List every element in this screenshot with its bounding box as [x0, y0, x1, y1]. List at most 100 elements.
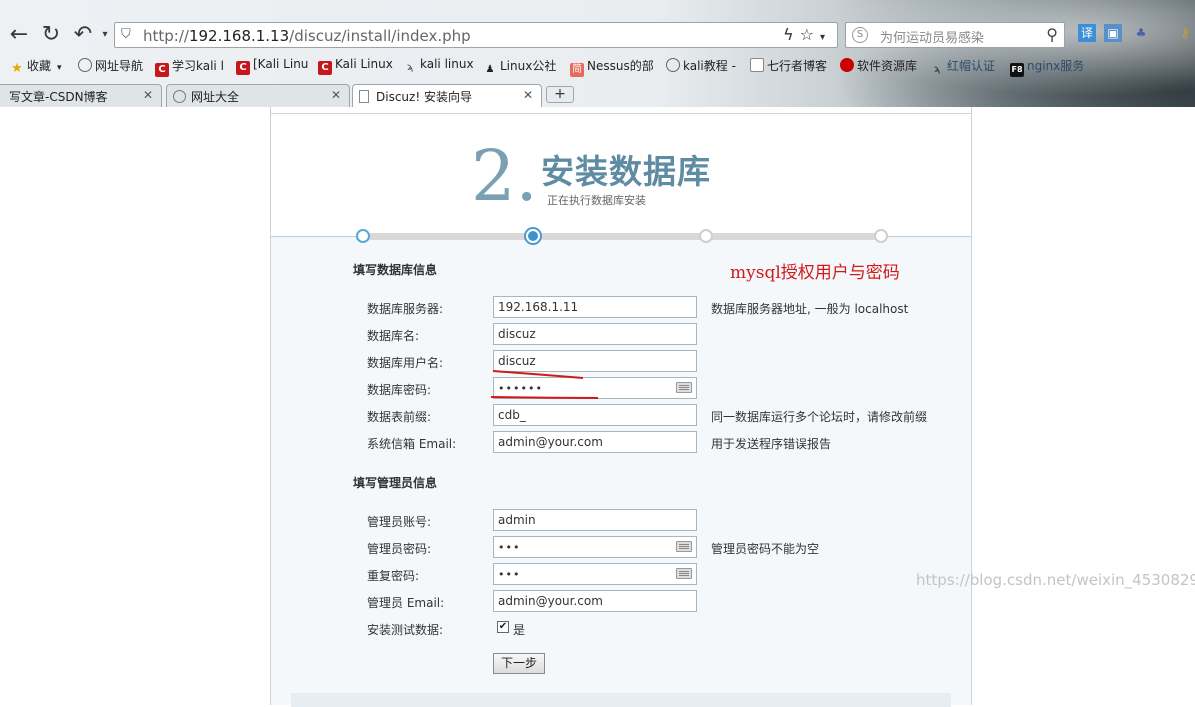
admin-password-input[interactable]: ••• [493, 536, 697, 558]
bookmark-item[interactable]: 软件资源库 [840, 57, 917, 74]
checkbox-label: 是 [513, 623, 526, 637]
tab-label: 写文章-CSDN博客 [9, 90, 108, 104]
screenshot-extension-icon[interactable]: ▣ [1104, 24, 1122, 42]
field-hint: 同一数据库运行多个论坛时，请修改前缀 [711, 410, 928, 424]
admin-account-input[interactable]: admin [493, 509, 697, 531]
search-icon[interactable]: ⚲ [1046, 25, 1058, 44]
system-email-input[interactable]: admin@your.com [493, 431, 697, 453]
key-icon[interactable]: ⚷ [1176, 24, 1194, 42]
bookmark-item[interactable]: ϡ kali linux [403, 57, 474, 75]
progress-step-4 [874, 229, 888, 243]
close-icon[interactable]: ✕ [331, 88, 341, 102]
installer-panel: 2. 安装数据库 正在执行数据库安装 填写数据库信息 数据库服务器: 192.1… [270, 107, 972, 707]
kali-icon: ϡ [933, 64, 941, 75]
system-email-row: 系统信箱 Email: admin@your.com 用于发送程序错误报告 [271, 431, 971, 453]
csdn-icon: C [155, 63, 169, 77]
repeat-password-row: 重复密码: ••• [271, 563, 971, 585]
keyboard-icon[interactable] [676, 382, 692, 393]
bookmark-item[interactable]: C [Kali Linu [236, 57, 308, 75]
bookmark-item[interactable]: ϡ 红帽认证 [930, 57, 995, 77]
bookmark-item[interactable]: kali教程 - [666, 57, 736, 74]
field-label: 数据表前缀: [367, 410, 432, 424]
field-hint: 数据库服务器地址, 一般为 localhost [711, 302, 909, 316]
repeat-password-input[interactable]: ••• [493, 563, 697, 585]
admin-email-input[interactable]: admin@your.com [493, 590, 697, 612]
field-label: 系统信箱 Email: [367, 437, 457, 451]
db-server-row: 数据库服务器: 192.168.1.11 数据库服务器地址, 一般为 local… [271, 296, 971, 318]
jianshu-icon: 简 [570, 63, 584, 77]
address-bar[interactable]: ⛉ http://192.168.1.13/discuz/install/ind… [114, 22, 838, 48]
keyboard-icon[interactable] [676, 568, 692, 579]
close-icon[interactable]: ✕ [523, 88, 533, 102]
page-icon [750, 58, 764, 72]
table-prefix-row: 数据表前缀: cdb_ 同一数据库运行多个论坛时，请修改前缀 [271, 404, 971, 426]
search-box[interactable]: S 为何运动员易感染 ⚲ [845, 22, 1065, 48]
progress-step-1 [356, 229, 370, 243]
field-label: 重复密码: [367, 569, 420, 583]
lightning-icon[interactable]: ϟ [783, 25, 800, 44]
step-header: 2. 安装数据库 正在执行数据库安装 [271, 115, 971, 236]
db-name-row: 数据库名: discuz [271, 323, 971, 345]
bookmark-item[interactable]: C 学习kali l [155, 57, 224, 77]
chevron-down-icon[interactable]: ▾ [820, 32, 831, 43]
tab-label: Discuz! 安装向导 [376, 90, 472, 104]
next-step-button[interactable]: 下一步 [493, 653, 545, 674]
admin-password-row: 管理员密码: ••• 管理员密码不能为空 [271, 536, 971, 558]
back-icon[interactable]: ← [6, 22, 32, 48]
db-username-input[interactable]: discuz [493, 350, 697, 372]
tab-label: 网址大全 [191, 90, 240, 104]
bookmark-favorites[interactable]: ★ 收藏 ▾ [10, 57, 62, 76]
step-number: 2. [471, 135, 538, 217]
new-tab-button[interactable]: + [546, 86, 574, 103]
bookmark-item[interactable]: ♟ Linux公社 [483, 57, 557, 77]
db-password-input[interactable]: •••••• [493, 377, 697, 399]
test-data-checkbox[interactable]: ✔ [497, 621, 509, 633]
search-engine-icon[interactable]: S [852, 27, 868, 43]
translate-extension-icon[interactable]: 译 [1078, 24, 1096, 42]
progress-track [356, 233, 884, 240]
field-label: 管理员密码: [367, 542, 432, 556]
field-label: 数据库密码: [367, 383, 432, 397]
admin-email-row: 管理员 Email: admin@your.com [271, 590, 971, 612]
field-label: 数据库名: [367, 329, 420, 343]
search-input[interactable]: 为何运动员易感染 [880, 27, 984, 46]
cat-extension-icon[interactable]: ♣ [1132, 24, 1150, 42]
bookmark-item[interactable]: C Kali Linux [318, 57, 393, 75]
bookmark-item[interactable]: F8 nginx服务 [1010, 57, 1084, 77]
csdn-icon: C [318, 61, 332, 75]
bookmark-item[interactable]: 七行者博客 [750, 57, 827, 74]
bookmark-item[interactable]: 简 Nessus的部 [570, 57, 654, 77]
star-icon[interactable]: ☆ [800, 25, 820, 44]
admin-account-row: 管理员账号: admin [271, 509, 971, 531]
db-password-row: 数据库密码: •••••• [271, 377, 971, 399]
cnblogs-icon [666, 58, 680, 72]
browser-chrome: ← ↻ ↶ ▾ ⛉ http://192.168.1.13/discuz/ins… [0, 0, 1195, 107]
page-icon [359, 90, 369, 103]
step-title: 安装数据库 [541, 152, 711, 191]
page-content: 2. 安装数据库 正在执行数据库安装 填写数据库信息 数据库服务器: 192.1… [0, 107, 1195, 707]
field-label: 数据库用户名: [367, 356, 444, 370]
address-url[interactable]: http://192.168.1.13/discuz/install/index… [143, 27, 471, 45]
field-hint: 用于发送程序错误报告 [711, 437, 832, 451]
step-subtitle: 正在执行数据库安装 [547, 194, 646, 207]
db-server-input[interactable]: 192.168.1.11 [493, 296, 697, 318]
progress-step-3 [699, 229, 713, 243]
install-form: 填写数据库信息 数据库服务器: 192.168.1.11 数据库服务器地址, 一… [271, 227, 971, 707]
navigation-bar: ← ↻ ↶ ▾ ⛉ http://192.168.1.13/discuz/ins… [0, 18, 1195, 52]
bookmark-item[interactable]: 网址导航 [78, 57, 143, 74]
keyboard-icon[interactable] [676, 541, 692, 552]
kali-icon: ϡ [406, 62, 414, 73]
globe-icon [173, 90, 186, 103]
db-username-row: 数据库用户名: discuz [271, 350, 971, 372]
tab-csdn[interactable]: 写文章-CSDN博客 ✕ [0, 84, 162, 107]
reload-icon[interactable]: ↻ [38, 22, 64, 48]
field-label: 数据库服务器: [367, 302, 444, 316]
chevron-down-icon: ▾ [57, 63, 62, 73]
tab-url-directory[interactable]: 网址大全 ✕ [166, 84, 350, 107]
close-icon[interactable]: ✕ [143, 88, 153, 102]
tab-discuz-install[interactable]: Discuz! 安装向导 ✕ [352, 84, 542, 107]
table-prefix-input[interactable]: cdb_ [493, 404, 697, 426]
shield-icon: ⛉ [121, 27, 131, 42]
f8-icon: F8 [1010, 63, 1024, 77]
db-name-input[interactable]: discuz [493, 323, 697, 345]
